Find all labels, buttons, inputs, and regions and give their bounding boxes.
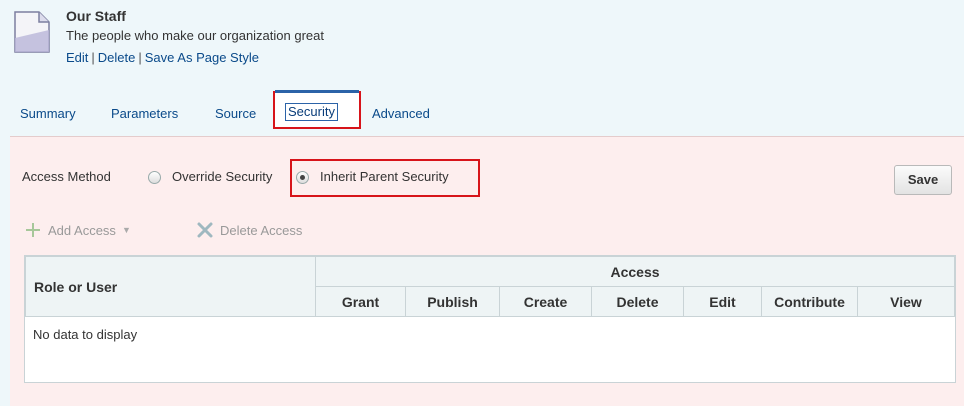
- delete-link[interactable]: Delete: [98, 50, 136, 65]
- plus-icon: [26, 223, 40, 237]
- tab-source[interactable]: Source: [215, 106, 256, 121]
- edit-link[interactable]: Edit: [66, 50, 88, 65]
- override-security-radio[interactable]: [148, 171, 161, 184]
- dropdown-arrow-icon: ▼: [121, 225, 131, 235]
- delete-access-label: Delete Access: [220, 222, 303, 238]
- inherit-option-highlight: [290, 159, 480, 197]
- column-header: Contribute: [761, 286, 858, 317]
- tab-summary[interactable]: Summary: [20, 106, 76, 121]
- page-description: The people who make our organization gre…: [66, 28, 324, 43]
- page-title: Our Staff: [66, 8, 126, 24]
- role-or-user-header: Role or User: [25, 256, 316, 317]
- page-icon: [14, 11, 50, 53]
- save-button[interactable]: Save: [894, 165, 952, 195]
- header-actions: Edit | Delete | Save As Page Style: [66, 50, 259, 65]
- security-panel: Access Method Override Security Inherit …: [10, 136, 964, 406]
- column-header: Publish: [405, 286, 500, 317]
- column-header: View: [857, 286, 955, 317]
- access-method-label: Access Method: [22, 169, 111, 184]
- tab-bar: Summary Parameters Source Security Advan…: [0, 88, 964, 132]
- tab-advanced[interactable]: Advanced: [372, 106, 430, 121]
- column-header: Delete: [591, 286, 684, 317]
- add-access-button[interactable]: Add Access ▼: [24, 221, 131, 239]
- column-header: Create: [499, 286, 592, 317]
- save-as-page-style-link[interactable]: Save As Page Style: [145, 50, 259, 65]
- x-icon: [197, 222, 213, 238]
- access-table: Role or User Access Grant Publish Create…: [24, 255, 956, 383]
- tab-security[interactable]: Security: [285, 103, 338, 121]
- add-access-label: Add Access: [48, 222, 116, 238]
- tab-parameters[interactable]: Parameters: [111, 106, 178, 121]
- active-tab-indicator: [275, 90, 359, 93]
- access-header: Access: [315, 256, 955, 287]
- override-security-label[interactable]: Override Security: [172, 169, 272, 184]
- link-separator: |: [91, 50, 95, 65]
- delete-access-button[interactable]: Delete Access: [196, 221, 302, 239]
- column-header: Edit: [683, 286, 762, 317]
- empty-table-message: No data to display: [33, 327, 138, 342]
- link-separator: |: [138, 50, 142, 65]
- column-header: Grant: [315, 286, 406, 317]
